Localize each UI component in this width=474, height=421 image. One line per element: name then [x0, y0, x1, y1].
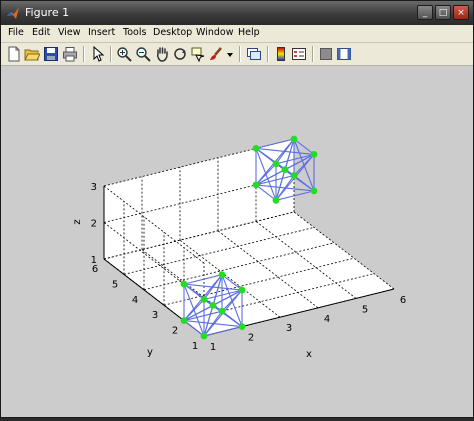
z-tick-label: 2 [91, 219, 97, 230]
y-tick-label: 3 [152, 310, 158, 321]
data-point [272, 160, 280, 168]
data-point [238, 323, 246, 330]
colorbar-icon[interactable] [273, 46, 289, 62]
x-tick-label: 5 [362, 304, 368, 315]
menu-file[interactable]: File [8, 27, 24, 38]
show-plot-tools-icon[interactable] [336, 46, 352, 62]
print-icon[interactable] [62, 46, 78, 62]
window-title: Figure 1 [25, 6, 70, 19]
brush-dropdown-icon[interactable] [225, 46, 235, 62]
menu-edit[interactable]: Edit [32, 27, 50, 38]
minimize-button[interactable]: _ [417, 5, 433, 20]
data-point [252, 145, 260, 152]
figure-toolbar [1, 43, 473, 66]
y-tick-label: 5 [112, 279, 118, 290]
data-point [290, 172, 298, 179]
y-tick-label: 1 [192, 341, 198, 352]
data-point [238, 286, 246, 294]
data-point [272, 196, 280, 204]
z-tick-label: 1 [91, 255, 97, 266]
data-point [180, 280, 188, 288]
legend-icon[interactable] [291, 46, 307, 62]
data-point [218, 307, 226, 315]
graph-edge [293, 154, 315, 176]
data-point [209, 301, 217, 309]
z-axis-label: z [72, 219, 83, 224]
x-tick-label: 1 [210, 342, 216, 353]
y-tick-label: 2 [172, 326, 178, 337]
open-file-icon[interactable] [24, 46, 40, 62]
title-bar[interactable]: Figure 1 _ □ × [1, 1, 473, 25]
data-point [252, 181, 260, 189]
data-point [218, 271, 226, 279]
menu-tools[interactable]: Tools [123, 27, 146, 38]
menu-bar: File Edit View Insert Tools Desktop Wind… [1, 25, 473, 43]
figure-canvas[interactable]: 123456123456123 x y z [1, 66, 473, 417]
hide-plot-tools-icon[interactable] [318, 46, 334, 62]
y-axis-label: y [147, 347, 153, 358]
brush-icon[interactable] [208, 46, 224, 62]
x-axis-label: x [306, 349, 312, 360]
data-point [310, 151, 318, 158]
data-point [200, 332, 208, 340]
z-tick-label: 3 [91, 182, 97, 193]
y-tick-label: 4 [132, 295, 138, 306]
close-button[interactable]: × [453, 5, 469, 20]
save-icon[interactable] [43, 46, 59, 62]
menu-window[interactable]: Window [196, 27, 233, 38]
x-tick-label: 3 [286, 323, 292, 334]
x-tick-label: 4 [324, 314, 330, 325]
menu-view[interactable]: View [58, 27, 81, 38]
axes-3d[interactable]: 123456123456123 x y z [1, 66, 473, 417]
new-figure-icon[interactable] [6, 46, 22, 62]
figure-window: Figure 1 _ □ × File Edit View Insert Too… [0, 0, 474, 418]
data-point [290, 135, 298, 143]
edit-plot-arrow-icon[interactable] [90, 46, 106, 62]
link-plot-icon[interactable] [246, 46, 262, 62]
menu-desktop[interactable]: Desktop [153, 27, 192, 38]
maximize-button[interactable]: □ [435, 5, 451, 20]
x-tick-label: 6 [400, 295, 406, 306]
data-cursor-icon[interactable] [190, 46, 206, 62]
data-point [200, 296, 208, 303]
x-tick-label: 2 [248, 333, 254, 344]
zoom-out-icon[interactable] [135, 46, 151, 62]
data-point [281, 166, 289, 174]
menu-insert[interactable]: Insert [88, 27, 115, 38]
matlab-logo-icon [7, 7, 19, 19]
pan-hand-icon[interactable] [154, 46, 170, 62]
rotate-3d-icon[interactable] [172, 46, 188, 62]
menu-help[interactable]: Help [238, 27, 260, 38]
data-point [180, 317, 188, 324]
zoom-in-icon[interactable] [116, 46, 132, 62]
data-point [310, 187, 318, 195]
